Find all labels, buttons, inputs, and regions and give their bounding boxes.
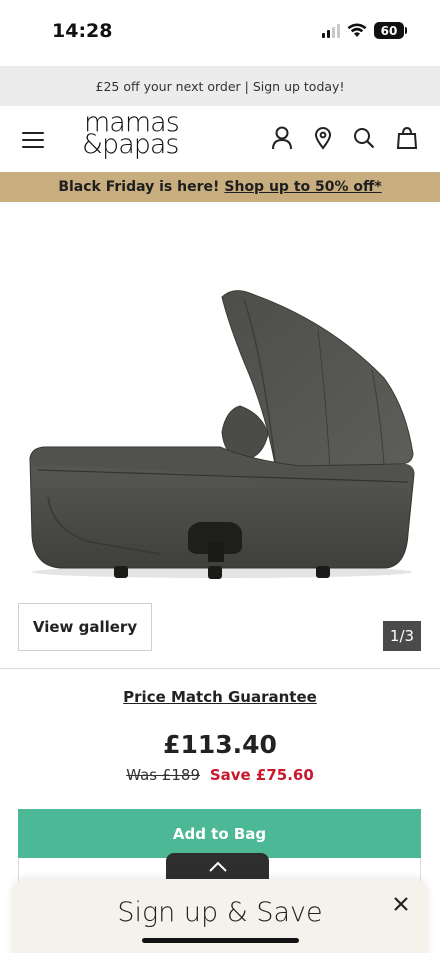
home-indicator [142, 938, 299, 943]
was-price: Was £189 [126, 766, 201, 784]
divider [0, 668, 440, 669]
save-amount: Save £75.60 [209, 766, 314, 784]
price-match-link[interactable]: Price Match Guarantee [123, 688, 317, 706]
battery-icon: 60 [374, 22, 407, 39]
price-match-guarantee: Price Match Guarantee [0, 688, 440, 706]
current-price: £113.40 [163, 730, 277, 759]
view-gallery-button[interactable]: View gallery [18, 603, 152, 651]
black-friday-link[interactable]: Shop up to 50% off* [224, 179, 381, 195]
signal-icon [322, 23, 340, 38]
promo-bar[interactable]: £25 off your next order | Sign up today! [0, 66, 440, 106]
promo-text: £25 off your next order | Sign up today! [95, 78, 345, 94]
close-icon [394, 897, 408, 911]
price-savings: Was £189 Save £75.60 [0, 766, 440, 784]
site-header: mamas &papas [0, 106, 440, 172]
black-friday-banner: Black Friday is here! Shop up to 50% off… [0, 172, 440, 202]
header-icons [271, 126, 418, 150]
close-button[interactable] [390, 893, 412, 915]
status-bar: 14:28 60 [0, 0, 440, 66]
wifi-icon [347, 23, 367, 37]
status-time: 14:28 [52, 20, 113, 42]
signup-title: Sign up & Save [117, 897, 323, 928]
black-friday-text: Black Friday is here! [58, 179, 220, 195]
chevron-up-icon [208, 861, 227, 872]
logo-line2: &papas [82, 129, 179, 160]
add-to-bag-button[interactable]: Add to Bag [18, 809, 421, 858]
expand-tab[interactable] [166, 853, 269, 881]
bag-icon[interactable] [396, 126, 418, 150]
gallery-counter: 1/3 [383, 621, 421, 651]
search-icon[interactable] [353, 127, 375, 149]
product-image[interactable] [0, 202, 440, 592]
status-icons: 60 [322, 22, 407, 39]
carrycot-image [29, 290, 415, 579]
menu-icon[interactable] [22, 132, 44, 148]
account-icon[interactable] [271, 126, 293, 150]
logo[interactable]: mamas &papas [82, 109, 180, 160]
store-locator-icon[interactable] [314, 126, 332, 150]
